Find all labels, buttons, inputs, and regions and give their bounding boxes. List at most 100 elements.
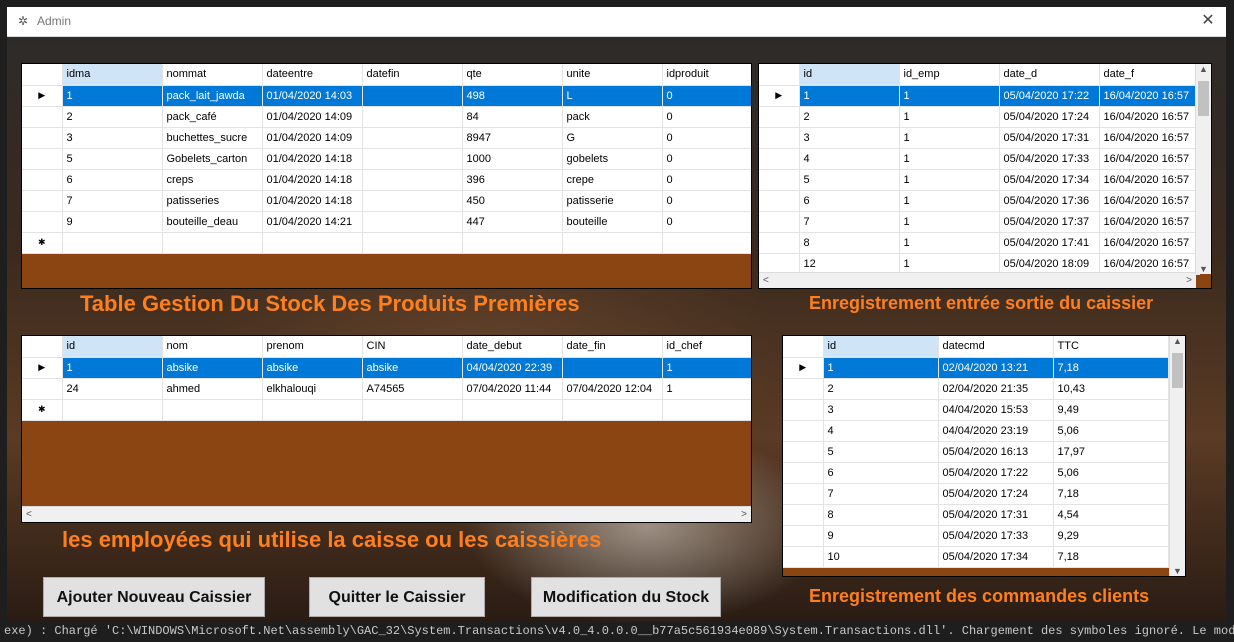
table-row[interactable]: 2 1 05/04/2020 17:24 16/04/2020 16:57 <box>759 106 1200 128</box>
table-row[interactable]: 3 buchettes_sucre 01/04/2020 14:09 8947 G 0 <box>22 127 751 149</box>
row-header[interactable] <box>759 232 800 254</box>
cell-id[interactable]: 10 <box>823 546 939 568</box>
cell-date_d[interactable]: 05/04/2020 17:33 <box>999 148 1100 170</box>
cell-idproduit[interactable]: 0 <box>662 85 751 107</box>
cell-ttc[interactable]: 4,54 <box>1053 504 1169 526</box>
row-header[interactable] <box>783 462 824 484</box>
new-row-cell[interactable] <box>662 399 751 421</box>
cell-date_fin[interactable]: 07/04/2020 12:04 <box>562 378 663 400</box>
column-header-idproduit[interactable]: idproduit <box>662 64 751 86</box>
table-row[interactable]: ▶ 1 pack_lait_jawda 01/04/2020 14:03 498 L 0 <box>22 85 751 107</box>
cell-datefin[interactable] <box>362 169 463 191</box>
table-row[interactable]: 6 creps 01/04/2020 14:18 396 crepe 0 <box>22 169 751 191</box>
orders-grid[interactable]: id datecmd TTC ▶ 1 02/04/2020 13:21 7,18 2 02/04… <box>782 335 1186 577</box>
cell-nommat[interactable]: buchettes_sucre <box>162 127 263 149</box>
cell-dateentre[interactable]: 01/04/2020 14:09 <box>262 106 363 128</box>
cell-id[interactable]: 1 <box>823 357 939 379</box>
cell-datefin[interactable] <box>362 106 463 128</box>
new-row[interactable]: ✱ <box>22 232 751 254</box>
row-header[interactable] <box>783 546 824 568</box>
cell-ttc[interactable]: 5,06 <box>1053 462 1169 484</box>
add-cashier-button[interactable]: Ajouter Nouveau Caissier <box>43 577 265 617</box>
table-row[interactable]: 24 ahmed elkhalouqi A74565 07/04/2020 11:44 0… <box>22 378 751 400</box>
new-row-cell[interactable] <box>162 232 263 254</box>
cell-qte[interactable]: 450 <box>462 190 563 212</box>
row-header[interactable] <box>759 106 800 128</box>
row-header[interactable] <box>759 253 800 275</box>
row-header[interactable] <box>783 441 824 463</box>
cell-unite[interactable]: L <box>562 85 663 107</box>
cell-nommat[interactable]: creps <box>162 169 263 191</box>
new-row-cell[interactable] <box>362 399 463 421</box>
cell-dateentre[interactable]: 01/04/2020 14:18 <box>262 148 363 170</box>
row-header[interactable] <box>759 211 800 233</box>
cell-idma[interactable]: 6 <box>62 169 163 191</box>
table-row[interactable]: 3 04/04/2020 15:53 9,49 <box>783 399 1169 421</box>
cell-dateentre[interactable]: 01/04/2020 14:03 <box>262 85 363 107</box>
cell-date_d[interactable]: 05/04/2020 17:31 <box>999 127 1100 149</box>
scroll-up-icon[interactable]: ▲ <box>1170 336 1185 346</box>
cell-ttc[interactable]: 10,43 <box>1053 378 1169 400</box>
cell-date_debut[interactable]: 07/04/2020 11:44 <box>462 378 563 400</box>
cell-nommat[interactable]: bouteille_deau <box>162 211 263 233</box>
vertical-scrollbar[interactable]: ▲ ▼ <box>1169 336 1185 576</box>
table-row[interactable]: 6 05/04/2020 17:22 5,06 <box>783 462 1169 484</box>
cell-id[interactable]: 4 <box>799 148 900 170</box>
cell-ttc[interactable]: 7,18 <box>1053 546 1169 568</box>
column-header-datefin[interactable]: datefin <box>362 64 463 86</box>
cell-qte[interactable]: 84 <box>462 106 563 128</box>
cell-date_d[interactable]: 05/04/2020 17:36 <box>999 190 1100 212</box>
row-header[interactable] <box>22 211 63 233</box>
cell-id[interactable]: 5 <box>799 169 900 191</box>
cell-id[interactable]: 1 <box>62 357 163 379</box>
cell-datefin[interactable] <box>362 148 463 170</box>
cell-qte[interactable]: 498 <box>462 85 563 107</box>
column-header-id[interactable]: id <box>799 64 900 86</box>
cell-unite[interactable]: patisserie <box>562 190 663 212</box>
cell-id[interactable]: 24 <box>62 378 163 400</box>
cell-id[interactable]: 12 <box>799 253 900 275</box>
column-header-unite[interactable]: unite <box>562 64 663 86</box>
cell-date_d[interactable]: 05/04/2020 17:24 <box>999 106 1100 128</box>
cell-qte[interactable]: 396 <box>462 169 563 191</box>
cell-date_d[interactable]: 05/04/2020 17:22 <box>999 85 1100 107</box>
cell-datecmd[interactable]: 05/04/2020 17:33 <box>938 525 1054 547</box>
cell-id[interactable]: 5 <box>823 441 939 463</box>
column-header-ttc[interactable]: TTC <box>1053 336 1169 358</box>
new-row-cell[interactable] <box>462 232 563 254</box>
cell-date_f[interactable]: 16/04/2020 16:57 <box>1099 148 1200 170</box>
cell-idma[interactable]: 1 <box>62 85 163 107</box>
cell-date_d[interactable]: 05/04/2020 17:37 <box>999 211 1100 233</box>
row-header[interactable] <box>759 190 800 212</box>
scroll-left-icon[interactable]: < <box>763 273 769 288</box>
row-header[interactable] <box>783 399 824 421</box>
cell-id_chef[interactable]: 1 <box>662 378 751 400</box>
cell-id[interactable]: 2 <box>799 106 900 128</box>
column-header-nom[interactable]: nom <box>162 336 263 358</box>
cell-id_emp[interactable]: 1 <box>899 211 1000 233</box>
column-header-idma[interactable]: idma <box>62 64 163 86</box>
current-row-indicator-icon[interactable]: ▶ <box>22 85 63 107</box>
table-row[interactable]: 10 05/04/2020 17:34 7,18 <box>783 546 1169 568</box>
column-header-prenom[interactable]: prenom <box>262 336 363 358</box>
cell-nommat[interactable]: patisseries <box>162 190 263 212</box>
cell-unite[interactable]: crepe <box>562 169 663 191</box>
column-header-nommat[interactable]: nommat <box>162 64 263 86</box>
cell-datefin[interactable] <box>362 211 463 233</box>
column-header-datecmd[interactable]: datecmd <box>938 336 1054 358</box>
cell-prenom[interactable]: elkhalouqi <box>262 378 363 400</box>
column-header-date_debut[interactable]: date_debut <box>462 336 563 358</box>
row-header[interactable] <box>22 106 63 128</box>
cell-date_f[interactable]: 16/04/2020 16:57 <box>1099 232 1200 254</box>
column-header-id_chef[interactable]: id_chef <box>662 336 751 358</box>
scroll-thumb[interactable] <box>1198 81 1209 116</box>
cell-id[interactable]: 8 <box>799 232 900 254</box>
new-row-cell[interactable] <box>562 399 663 421</box>
cell-date_f[interactable]: 16/04/2020 16:57 <box>1099 106 1200 128</box>
cell-datecmd[interactable]: 05/04/2020 17:22 <box>938 462 1054 484</box>
column-header-dateentre[interactable]: dateentre <box>262 64 363 86</box>
row-header[interactable] <box>783 420 824 442</box>
cell-id[interactable]: 3 <box>823 399 939 421</box>
table-row[interactable]: 9 05/04/2020 17:33 9,29 <box>783 525 1169 547</box>
cell-id[interactable]: 6 <box>799 190 900 212</box>
